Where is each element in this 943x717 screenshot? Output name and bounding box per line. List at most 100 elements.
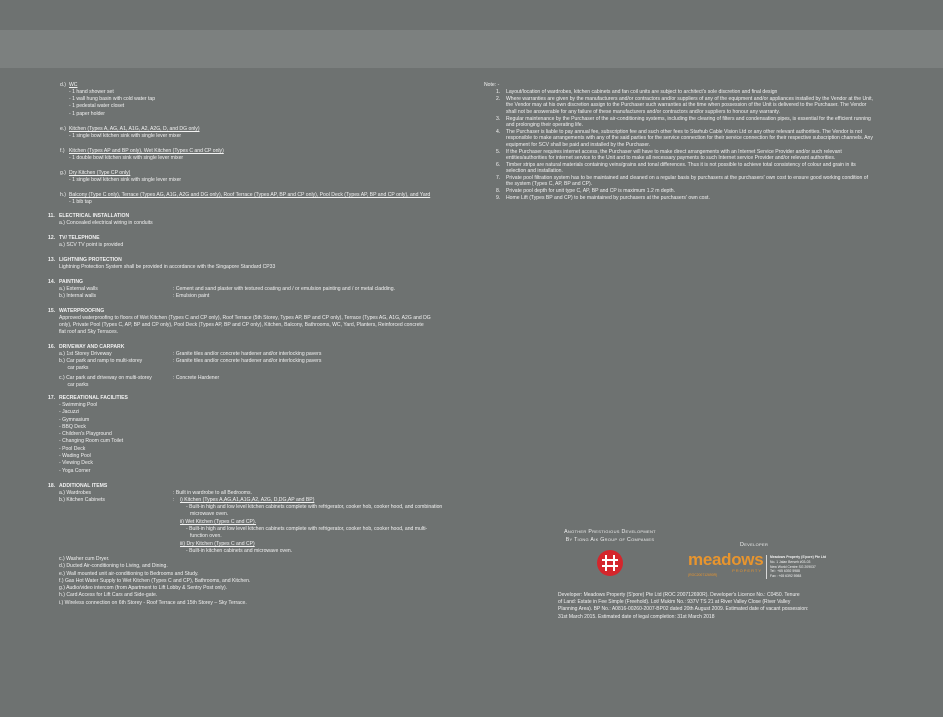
cabinet-subitem-text: - Built-in high and low level kitchen ca… <box>186 526 428 532</box>
note-line: the system (Types C, AP, BP and CP). <box>506 181 593 188</box>
note-line: entities/authorities for internet servic… <box>506 155 836 162</box>
item-marker: f.) <box>60 148 65 154</box>
list-item: - 1 single bowl kitchen sink with single… <box>69 133 182 139</box>
note-item: 6. Timber strips are natural materials c… <box>496 162 909 175</box>
item-marker: d.) <box>60 82 66 88</box>
section-text: a.) SCV TV point is provided <box>59 242 124 248</box>
legal-text: Developer: Meadows Property (S'pore) Pte… <box>558 592 838 621</box>
list-item: - 1 paper holder <box>69 110 105 117</box>
additional-items-list: c.) Washer cum Dryer. d.) Ducted Air-con… <box>59 556 250 607</box>
section-text: flat roof and Sky Terraces. <box>59 329 119 335</box>
developer-contact: Meadows Property (S'pore) Pte Ltd No. 1 … <box>766 555 830 579</box>
section-heading: DRIVEWAY AND CARPARK <box>59 344 125 350</box>
section-text: only), Private Pool (Types C, AP, BP and… <box>59 322 424 328</box>
note-item: 9. Home Lift (Types BP and CP) to be mai… <box>496 195 909 202</box>
note-text: Home Lift (Types BP and CP) to be mainta… <box>506 195 710 201</box>
note-number: 7. <box>496 175 501 181</box>
note-line: selection and installation. <box>506 168 563 175</box>
note-item: 1. Layout/location of wardrobes, kitchen… <box>496 89 909 96</box>
list-item: e.) Wall mounted unit air-conditioning t… <box>59 570 199 577</box>
list-item: - 1 bib tap <box>69 199 92 205</box>
tiong-aik-logo-icon <box>596 549 624 577</box>
note-line: and prolonging their operating life. <box>506 122 584 129</box>
facilities-list: - Swimming Pool - Jacuzzi - Gymnasium - … <box>59 402 123 475</box>
list-item: c.) Washer cum Dryer. <box>59 556 110 562</box>
list-item: - Yoga Corner <box>59 467 91 474</box>
notes-label: Note: - <box>484 82 500 88</box>
list-item: - Jacuzzi <box>59 409 80 416</box>
list-item: - Swimming Pool <box>59 402 98 408</box>
section-number: 15. <box>48 308 56 314</box>
item-list: - 1 hand shower set - 1 wall hung basin … <box>69 89 155 118</box>
spec-colon: : <box>173 497 175 503</box>
cabinet-subitem-text: function oven. <box>190 533 222 539</box>
note-item: 7. Private pool filtration system has to… <box>496 175 909 188</box>
section-number: 14. <box>48 279 56 285</box>
section-number: 11. <box>48 213 55 219</box>
tagline-line: Another Prestigious Development <box>564 529 656 535</box>
spec-key: b.) Car park and ramp to multi-storey <box>59 358 143 364</box>
note-text: Regular maintenance by the Purchaser of … <box>506 116 871 129</box>
item-marker: e.) <box>60 126 66 132</box>
section-text: Lightning Protection System shall be pro… <box>59 264 276 270</box>
note-text: Layout/location of wardrobes, kitchen ca… <box>506 89 778 95</box>
note-item: 2. Where warranties are given by the man… <box>496 96 909 116</box>
list-item: d.) Ducted Air-conditioning to Living, a… <box>59 563 168 570</box>
spec-value: : Built in wardrobe to all Bedrooms. <box>173 490 252 496</box>
list-item: - Changing Room cum Toilet <box>59 438 124 445</box>
note-line: equipment for SCV shall be paid and inst… <box>506 141 651 148</box>
note-number: 3. <box>496 116 501 122</box>
legal-line: Planning Area). BP No.: A0816-00260-2007… <box>558 606 809 613</box>
note-line: the Vendor may at his own discretion ass… <box>506 102 867 109</box>
section-number: 16. <box>48 344 56 350</box>
list-item: i.) Wireless connection on 6th Storey - … <box>59 599 247 606</box>
section-heading: PAINTING <box>59 279 83 285</box>
list-item: - 1 hand shower set <box>69 89 114 95</box>
notes-list: 1. Layout/location of wardrobes, kitchen… <box>496 89 909 202</box>
item-title: WC <box>69 82 78 88</box>
section-heading: WATERPROOFING <box>59 308 105 314</box>
list-item: - 1 double bowl kitchen sink with single… <box>69 155 184 161</box>
note-item: 8. Private pool depth for unit type C, A… <box>496 188 909 195</box>
contact-line: Fax : +65 6392 5988 <box>770 574 802 579</box>
list-item: f.) Gas Hot Water Supply to Wet Kitchen … <box>59 577 251 584</box>
spec-key: b.) Internal walls <box>59 293 97 299</box>
section-number: 17. <box>48 395 56 401</box>
spec-key: a.) Wardrobes <box>59 490 92 496</box>
cabinet-subitem-text: - Built-in kitchen cabinets and microwav… <box>186 548 293 554</box>
section-heading: ADDITIONAL ITEMS <box>59 483 108 489</box>
list-item: g.) Audio/video intercom (from Apartment… <box>59 585 228 592</box>
spec-value: : Emulsion paint <box>173 293 210 299</box>
item-title: Kitchen (Types AP and BP only), Wet Kitc… <box>69 148 224 154</box>
spec-value: : Granite tiles and/or concrete hardener… <box>173 351 322 357</box>
note-text: Private pool filtration system has to be… <box>506 175 868 188</box>
section-heading: LIGHTNING PROTECTION <box>59 257 122 263</box>
section-heading: ELECTRICAL INSTALLATION <box>59 213 130 219</box>
item-title: Balcony (Type C only), Terrace (Types AG… <box>69 192 431 198</box>
note-item: 3. Regular maintenance by the Purchaser … <box>496 116 909 129</box>
brand-registration: (ROC200712690R) <box>688 573 718 577</box>
item-marker: h.) <box>60 192 66 198</box>
legal-line: Developer: Meadows Property (S'pore) Pte… <box>558 592 800 598</box>
note-item: 5. If the Purchaser requires internet ac… <box>496 149 909 162</box>
note-line: shall not be answerable for any failure … <box>506 108 780 115</box>
item-title: Dry Kitchen (Type CP only) <box>69 170 131 176</box>
list-item: - Pool Deck <box>59 445 86 452</box>
meadows-logo: meadows PROPERTY (ROC200712690R) <box>688 551 764 583</box>
cabinet-subitem-title: ii) Wet Kitchen (Types C and CP). <box>180 519 257 525</box>
spec-key: b.) Kitchen Cabinets <box>59 497 105 503</box>
note-text: The Purchaser is liable to pay annual fe… <box>506 129 873 148</box>
note-number: 5. <box>496 149 501 155</box>
legal-line: of Land: Estate in Fee Simple (Freehold)… <box>558 599 791 606</box>
cabinet-subitem-text: microwave oven. <box>190 511 229 517</box>
list-item: - BBQ Deck <box>59 423 86 430</box>
section-number: 13. <box>48 257 56 263</box>
note-number: 9. <box>496 195 501 201</box>
developer-label-block: Developer <box>740 533 768 551</box>
spec-key: c.) Car park and driveway on multi-store… <box>59 375 152 381</box>
section-heading: TV/ TELEPHONE <box>59 235 100 241</box>
note-number: 1. <box>496 89 501 95</box>
tagline-line: By Tiong Aik Group of Companies <box>565 537 655 543</box>
section-number: 18. <box>48 483 56 489</box>
section-text: a.) Concealed electrical wiring in condu… <box>59 220 153 226</box>
